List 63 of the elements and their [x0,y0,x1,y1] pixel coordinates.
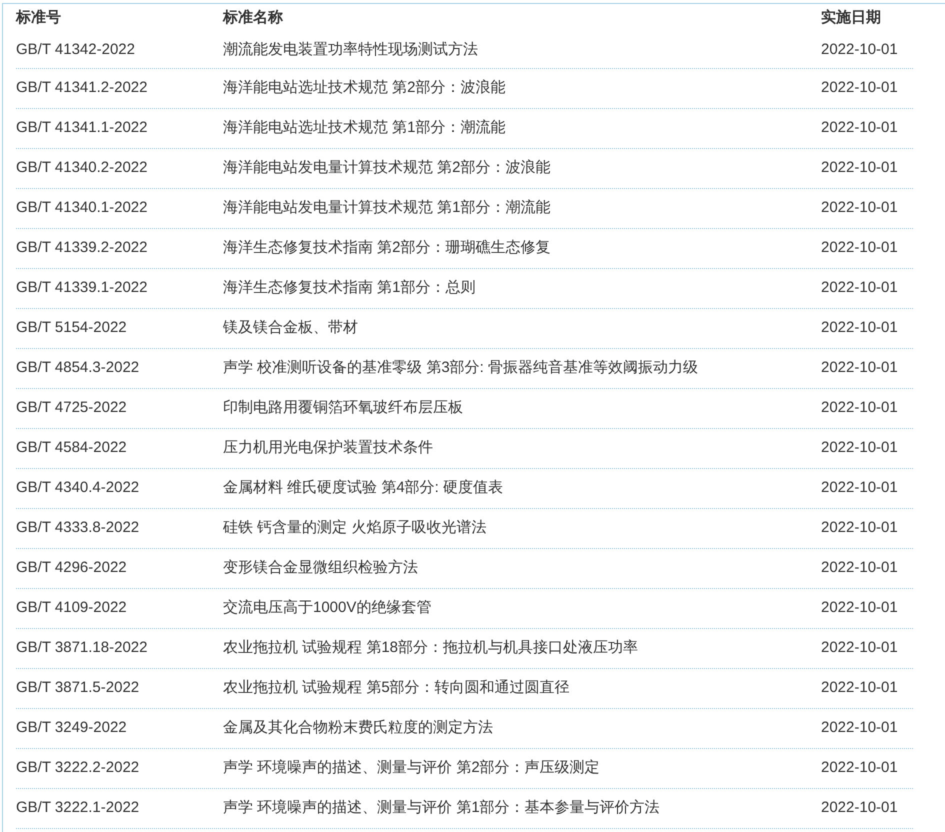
column-header: 标准号 [16,8,62,28]
table-cell-text: 农业拖拉机 试验规程 第18部分：拖拉机与机具接口处液压功率 [223,638,640,658]
table-cell-text: 2022-10-01 [821,638,898,658]
table-cell-text: GB/T 41341.2-2022 [16,78,148,98]
table-cell-text: 海洋能电站选址技术规范 第1部分：潮流能 [223,118,507,138]
table-cell-text: 2022-10-01 [821,318,898,338]
table-cell-text: GB/T 5154-2022 [16,318,128,338]
table-cell-text: GB/T 4725-2022 [16,398,128,418]
table-cell-text: 2022-10-01 [821,40,898,60]
table-cell-text: GB/T 4854.3-2022 [16,358,140,378]
table-cell-text: 金属材料 维氏硬度试验 第4部分: 硬度值表 [223,478,504,498]
table-cell-text: GB/T 4584-2022 [16,438,128,458]
table-cell-text: 2022-10-01 [821,278,898,298]
table-cell-text: 2022-10-01 [821,518,898,538]
table-cell-text: GB/T 4296-2022 [16,558,128,578]
table-cell-text: 2022-10-01 [821,438,898,458]
table-cell-text: 金属及其化合物粉末费氏粒度的测定方法 [223,718,494,738]
table-cell-text: 交流电压高于1000V的绝缘套管 [223,598,432,618]
table-cell-text: 变形镁合金显微组织检验方法 [223,558,419,578]
table-cell-text: 海洋能电站选址技术规范 第2部分：波浪能 [223,78,507,98]
table-cell-text: 压力机用光电保护装置技术条件 [223,438,434,458]
column-header: 实施日期 [821,8,881,28]
table-cell-text: 海洋生态修复技术指南 第2部分：珊瑚礁生态修复 [223,238,552,258]
table-cell-text: GB/T 3871.5-2022 [16,678,140,698]
table-cell-text: GB/T 3249-2022 [16,718,128,738]
table-cell-text: 声学 环境噪声的描述、测量与评价 第2部分：声压级测定 [223,758,601,778]
table-cell-text: GB/T 3222.1-2022 [16,798,140,818]
table-cell-text: GB/T 3871.18-2022 [16,638,148,658]
table-cell-text: 2022-10-01 [821,158,898,178]
table-cell-text: 2022-10-01 [821,398,898,418]
table-cell-text: GB/T 41340.1-2022 [16,198,148,218]
table-cell-text: 2022-10-01 [821,118,898,138]
table-cell-text: 潮流能发电装置功率特性现场测试方法 [223,40,479,60]
table-cell-text: GB/T 41342-2022 [16,40,136,60]
table-cell-text: 2022-10-01 [821,798,898,818]
table-cell-text: 2022-10-01 [821,358,898,378]
table-cell-text: GB/T 41340.2-2022 [16,158,148,178]
table-cell-text: 海洋能电站发电量计算技术规范 第1部分：潮流能 [223,198,552,218]
table-cell-text: 2022-10-01 [821,718,898,738]
table-cell-text: 2022-10-01 [821,598,898,618]
table-cell-text: GB/T 41339.1-2022 [16,278,148,298]
table-cell-text: 2022-10-01 [821,198,898,218]
table-cell-text: 2022-10-01 [821,558,898,578]
table-cell-text: 2022-10-01 [821,478,898,498]
table-cell-text: 声学 环境噪声的描述、测量与评价 第1部分：基本参量与评价方法 [223,798,661,818]
table-cell-text: GB/T 4333.8-2022 [16,518,140,538]
table-cell-text: GB/T 41339.2-2022 [16,238,148,258]
table-cell-text: GB/T 4109-2022 [16,598,128,618]
table-cell-text: 印制电路用覆铜箔环氧玻纤布层压板 [223,398,464,418]
table-cell-text: 镁及镁合金板、带材 [223,318,359,338]
column-header: 标准名称 [223,8,284,28]
table-cell-text: 2022-10-01 [821,678,898,698]
table-cell-text: 2022-10-01 [821,758,898,778]
table-cell-text: 2022-10-01 [821,238,898,258]
table-cell-text: 海洋能电站发电量计算技术规范 第2部分：波浪能 [223,158,552,178]
table-cell-text: 海洋生态修复技术指南 第1部分：总则 [223,278,477,298]
table-cell-text: 农业拖拉机 试验规程 第5部分：转向圆和通过圆直径 [223,678,571,698]
table-cell-text: GB/T 4340.4-2022 [16,478,140,498]
table-cell-text: GB/T 41341.1-2022 [16,118,148,138]
table-cell-text: 2022-10-01 [821,78,898,98]
table-cell-text: 硅铁 钙含量的测定 火焰原子吸收光谱法 [223,518,488,538]
table-cell-text: GB/T 3222.2-2022 [16,758,140,778]
table-cell-text: 声学 校准测听设备的基准零级 第3部分: 骨振器纯音基准等效阈振动力级 [223,358,700,378]
